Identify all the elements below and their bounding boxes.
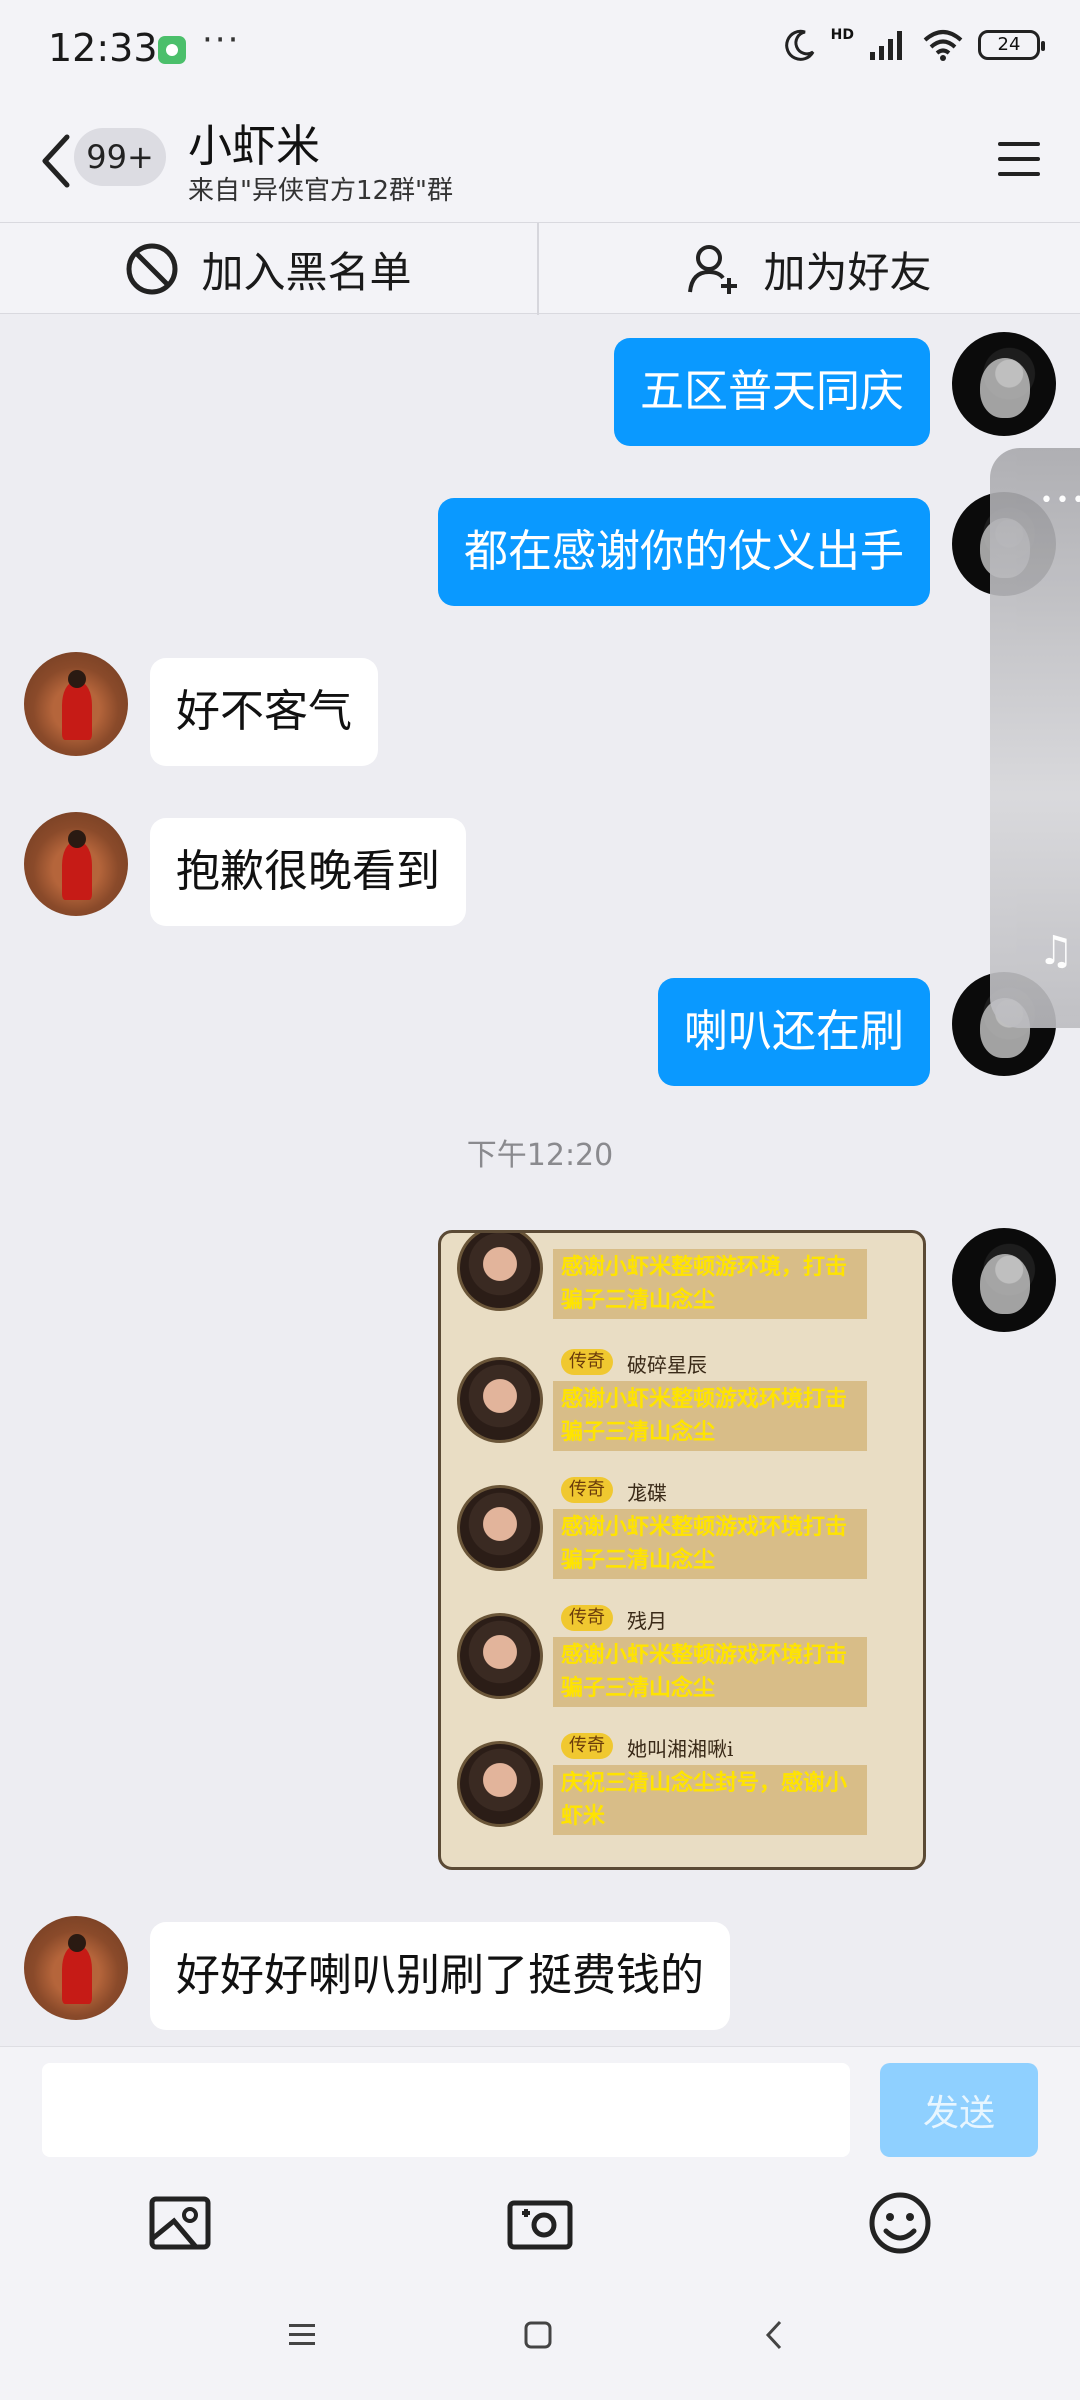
home-key[interactable] bbox=[508, 2290, 568, 2380]
image-chat-row: 感谢小虾米整顿游环境，打击骗子三清山念尘 bbox=[457, 1233, 897, 1339]
message-bubble[interactable]: 五区普天同庆 bbox=[614, 338, 930, 446]
image-row-text: 感谢小虾米整顿游戏环境打击骗子三清山念尘 bbox=[553, 1381, 867, 1451]
status-time: 12:33 bbox=[48, 26, 158, 70]
image-row-text: 感谢小虾米整顿游戏环境打击骗子三清山念尘 bbox=[553, 1509, 867, 1579]
send-button[interactable]: 发送 bbox=[880, 2063, 1038, 2157]
menu-icon-line bbox=[998, 172, 1040, 176]
message-bubble[interactable]: 都在感谢你的仗义出手 bbox=[438, 498, 930, 606]
image-row-text: 感谢小虾米整顿游环境，打击骗子三清山念尘 bbox=[553, 1249, 867, 1319]
image-row-name: 残月 bbox=[627, 1609, 667, 1633]
image-chat-row: 传奇 破碎星辰 感谢小虾米整顿游戏环境打击骗子三清山念尘 bbox=[457, 1349, 897, 1471]
blacklist-button[interactable]: 加入黑名单 bbox=[0, 223, 539, 315]
image-portrait bbox=[457, 1741, 543, 1827]
my-avatar[interactable] bbox=[952, 1228, 1056, 1332]
menu-icon-line bbox=[998, 157, 1040, 161]
image-row-name: 尨碟 bbox=[627, 1481, 667, 1505]
menu-icon bbox=[998, 142, 1040, 146]
image-portrait bbox=[457, 1357, 543, 1443]
image-row-text: 庆祝三清山念尘封号，感谢小虾米 bbox=[553, 1765, 867, 1835]
recents-key[interactable] bbox=[272, 2290, 332, 2380]
battery-icon: 24 bbox=[978, 30, 1045, 60]
status-more-icon: ··· bbox=[202, 20, 241, 60]
message-bubble[interactable]: 喇叭还在刷 bbox=[658, 978, 930, 1086]
image-portrait bbox=[457, 1613, 543, 1699]
image-portrait bbox=[457, 1233, 543, 1311]
image-chat-row: 传奇 尨碟 感谢小虾米整顿游戏环境打击骗子三清山念尘 bbox=[457, 1477, 897, 1599]
unread-badge[interactable]: 99+ bbox=[74, 128, 166, 186]
more-dots-icon: ••• bbox=[1040, 488, 1080, 513]
chevron-left-icon bbox=[42, 134, 70, 188]
contact-avatar[interactable] bbox=[24, 652, 128, 756]
message-bubble[interactable]: 好好好喇叭别刷了挺费钱的 bbox=[150, 1922, 730, 2030]
message-bubble[interactable]: 好不客气 bbox=[150, 658, 378, 766]
photo-button[interactable] bbox=[144, 2187, 216, 2259]
chat-header: 99+ 小虾米 来自"异侠官方12群"群 bbox=[0, 96, 1080, 222]
emoji-button[interactable] bbox=[864, 2187, 936, 2259]
camera-button[interactable] bbox=[504, 2187, 576, 2259]
menu-button[interactable] bbox=[994, 134, 1044, 184]
back-button[interactable] bbox=[30, 126, 80, 196]
blacklist-label: 加入黑名单 bbox=[201, 247, 412, 297]
image-row-name: 她叫湘湘啾i bbox=[627, 1737, 734, 1761]
image-row-tag: 传奇 bbox=[561, 1349, 613, 1375]
app-notification-icon bbox=[158, 36, 186, 64]
add-friend-button[interactable]: 加为好友 bbox=[540, 223, 1079, 315]
stranger-action-bar: 加入黑名单 加为好友 bbox=[0, 222, 1080, 315]
image-message[interactable]: 感谢小虾米整顿游环境，打击骗子三清山念尘 传奇 破碎星辰 感谢小虾米整顿游戏环境… bbox=[438, 1230, 926, 1870]
image-icon bbox=[149, 2196, 211, 2250]
chat-title: 小虾米 bbox=[188, 121, 320, 172]
image-row-text: 感谢小虾米整顿游戏环境打击骗子三清山念尘 bbox=[553, 1637, 867, 1707]
hd-label: HD bbox=[830, 27, 854, 43]
status-icons: HD 24 bbox=[783, 27, 1045, 62]
message-input[interactable] bbox=[42, 2063, 850, 2157]
image-portrait bbox=[457, 1485, 543, 1571]
status-bar: 12:33 ··· HD 24 bbox=[0, 0, 1080, 96]
music-note-icon: ♫ bbox=[1038, 928, 1074, 974]
back-key[interactable] bbox=[744, 2290, 804, 2380]
image-row-name: 破碎星辰 bbox=[627, 1353, 707, 1377]
chat-subtitle: 来自"异侠官方12群"群 bbox=[188, 176, 454, 206]
smile-icon bbox=[869, 2192, 931, 2254]
camera-icon bbox=[507, 2200, 573, 2250]
block-icon bbox=[126, 243, 178, 295]
my-avatar[interactable] bbox=[952, 332, 1056, 436]
message-bubble[interactable]: 抱歉很晚看到 bbox=[150, 818, 466, 926]
home-square-icon bbox=[524, 2321, 552, 2349]
contact-avatar[interactable] bbox=[24, 1916, 128, 2020]
image-row-tag: 传奇 bbox=[561, 1733, 613, 1759]
back-arrow-icon bbox=[765, 2320, 782, 2350]
add-friend-label: 加为好友 bbox=[763, 247, 932, 297]
contact-avatar[interactable] bbox=[24, 812, 128, 916]
menu-lines-icon bbox=[289, 2324, 315, 2345]
add-user-icon bbox=[688, 245, 738, 294]
image-row-tag: 传奇 bbox=[561, 1477, 613, 1503]
signal-icon bbox=[870, 31, 902, 60]
system-nav-bar bbox=[0, 2290, 1080, 2380]
moon-icon bbox=[784, 29, 814, 61]
message-timestamp: 下午12:20 bbox=[466, 1138, 614, 1173]
image-row-tag: 传奇 bbox=[561, 1605, 613, 1631]
image-chat-row: 传奇 她叫湘湘啾i 庆祝三清山念尘封号，感谢小虾米 bbox=[457, 1733, 897, 1855]
floating-side-panel[interactable]: ••• ♫ bbox=[990, 448, 1080, 1028]
image-chat-row: 传奇 残月 感谢小虾米整顿游戏环境打击骗子三清山念尘 bbox=[457, 1605, 897, 1727]
wifi-icon bbox=[923, 30, 963, 61]
